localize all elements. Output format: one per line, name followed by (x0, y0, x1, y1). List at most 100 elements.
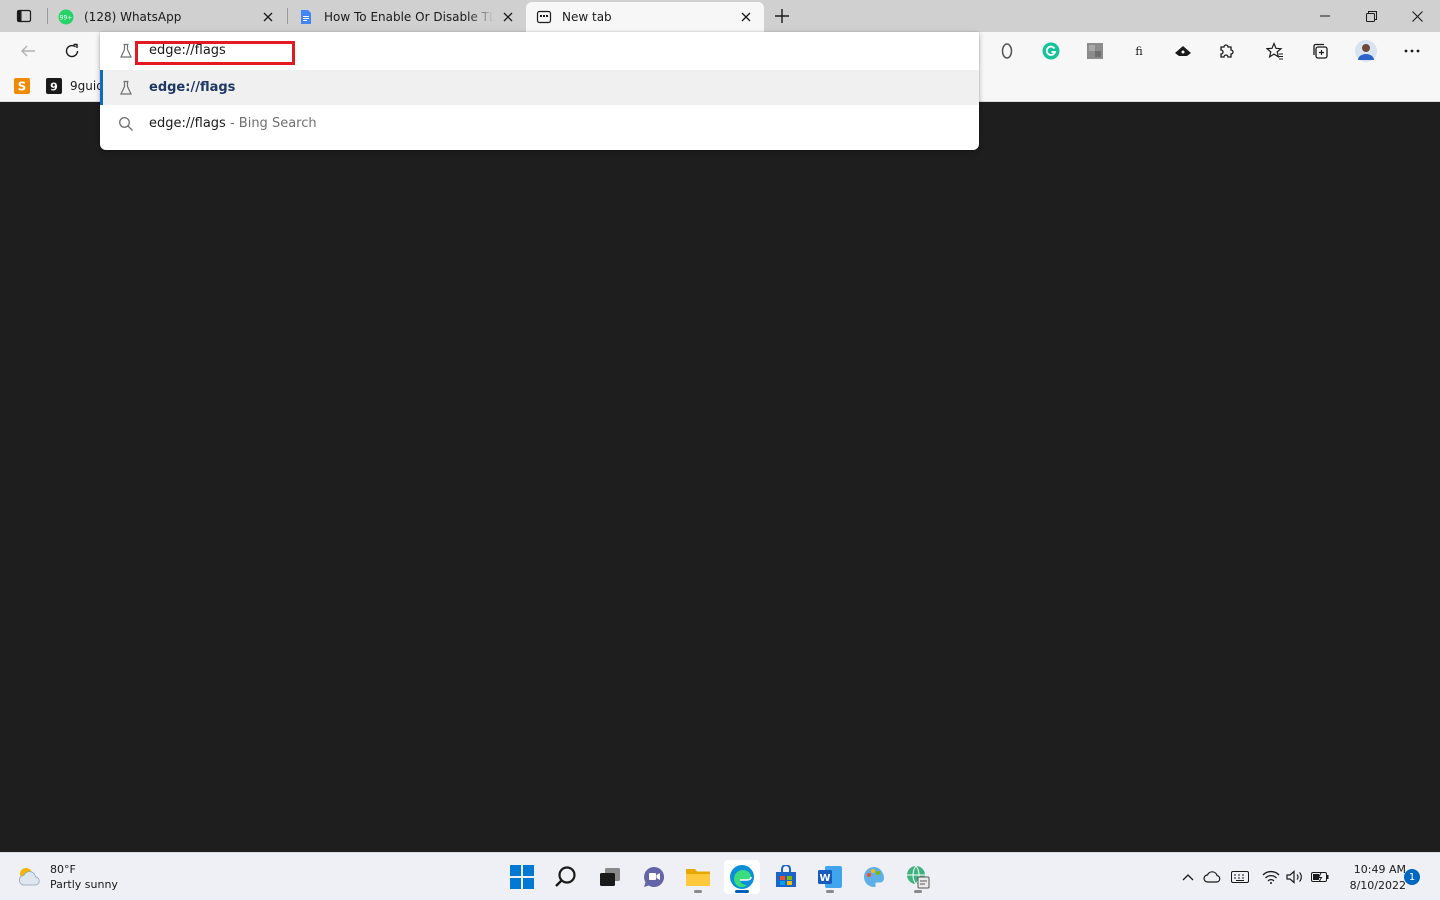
word-icon: W (818, 866, 842, 888)
close-icon (263, 12, 273, 22)
paint-palette-icon (864, 867, 884, 887)
keyboard-button[interactable] (1231, 869, 1249, 885)
tab-tls-article[interactable]: How To Enable Or Disable TLS Settings (288, 2, 526, 32)
teams-chat-button[interactable] (636, 860, 672, 894)
windows-logo-icon (510, 865, 534, 889)
show-hidden-icons-button[interactable] (1179, 869, 1197, 885)
windows-taskbar: 80°F Partly sunny W 10:49 AM 8/10/2022 1 (0, 852, 1440, 900)
new-tab-button[interactable] (770, 4, 794, 28)
favorites-button[interactable] (1260, 37, 1290, 65)
taskbar-search-button[interactable] (548, 860, 584, 894)
clock-time: 10:49 AM (1353, 863, 1406, 876)
keyboard-icon (1231, 871, 1249, 883)
suggestion-source: - Bing Search (225, 116, 317, 131)
favorite-item[interactable]: S (14, 77, 30, 95)
settings-more-button[interactable] (1397, 37, 1427, 65)
start-button[interactable] (504, 860, 540, 894)
favorite-item[interactable]: 9 9guid (46, 77, 104, 95)
new-tab-page-icon (536, 9, 552, 25)
file-explorer-button[interactable] (680, 860, 716, 894)
collections-icon (1313, 43, 1328, 59)
back-button[interactable] (13, 37, 43, 65)
edge-taskbar-button[interactable] (724, 860, 760, 894)
svg-text:S: S (18, 80, 27, 94)
task-view-button[interactable] (592, 860, 628, 894)
onedrive-button[interactable] (1203, 869, 1221, 885)
google-docs-icon (298, 9, 314, 25)
battery-button[interactable] (1311, 869, 1329, 885)
running-indicator (914, 890, 922, 893)
battery-charging-icon (1311, 872, 1329, 882)
hat-extension-button[interactable] (1168, 37, 1198, 65)
edge-icon (730, 865, 754, 889)
notification-badge[interactable]: 1 (1404, 869, 1420, 885)
highlight-annotation (135, 41, 295, 65)
system-clock[interactable]: 10:49 AM 8/10/2022 (1336, 862, 1406, 894)
suggestion-url[interactable]: edge://flags (100, 70, 979, 105)
close-window-button[interactable] (1394, 0, 1440, 32)
extensions-button[interactable] (1212, 37, 1242, 65)
folder-icon (686, 869, 710, 886)
refresh-button[interactable] (57, 37, 87, 65)
nine-icon: 9 (46, 78, 62, 94)
address-bar[interactable]: edge://flags (100, 32, 979, 70)
fi-icon: fi (1135, 45, 1143, 58)
plus-icon (775, 9, 789, 23)
suggestion-text: edge://flags (149, 80, 236, 95)
paint-button[interactable] (856, 860, 892, 894)
task-view-icon (600, 868, 620, 886)
search-icon (118, 116, 134, 132)
tab-title: New tab (562, 10, 612, 24)
search-icon (555, 866, 576, 887)
cloud-icon (1203, 871, 1221, 883)
weather-temperature: 80°F (50, 863, 76, 876)
microsoft-store-button[interactable] (768, 860, 804, 894)
restore-button[interactable] (1348, 0, 1394, 32)
weather-widget[interactable]: 80°F Partly sunny (16, 861, 118, 893)
tab-title: How To Enable Or Disable TLS Settings (324, 10, 494, 24)
tricorn-hat-icon (1175, 46, 1191, 56)
chevron-up-icon (1182, 874, 1194, 881)
whatsapp-unread-badge: 99+ (60, 15, 73, 22)
svg-text:fi: fi (1135, 45, 1143, 58)
tab-actions-button[interactable] (6, 4, 42, 28)
suggestion-bing-search[interactable]: edge://flags - Bing Search (100, 106, 979, 141)
network-tool-button[interactable] (900, 860, 936, 894)
svg-text:9: 9 (50, 81, 58, 94)
word-button[interactable]: W (812, 860, 848, 894)
tab-title: (128) WhatsApp (84, 10, 182, 24)
tab-close-button[interactable] (260, 9, 276, 25)
tab-whatsapp[interactable]: 99+ (128) WhatsApp (48, 2, 286, 32)
flask-icon (120, 43, 132, 58)
volume-button[interactable] (1286, 869, 1304, 885)
address-bar-dropdown: edge://flags edge://flags edge://flags -… (100, 32, 979, 150)
orange-s-icon: S (14, 78, 30, 94)
tab-actions-icon (16, 9, 32, 23)
image-extension-button[interactable] (1080, 37, 1110, 65)
clock-date: 8/10/2022 (1349, 879, 1406, 892)
active-indicator (735, 890, 749, 893)
suggestion-query: edge://flags (149, 116, 226, 131)
profile-button[interactable] (1351, 37, 1381, 65)
zero-extension-button[interactable] (992, 37, 1022, 65)
wifi-button[interactable] (1262, 869, 1280, 885)
puzzle-extensions-icon (1220, 44, 1234, 58)
grammarly-icon (1042, 42, 1060, 60)
wifi-icon (1262, 870, 1280, 884)
tab-close-button[interactable] (738, 9, 754, 25)
store-icon (776, 865, 796, 887)
chat-icon (644, 866, 665, 887)
close-icon (503, 12, 513, 22)
tab-close-button[interactable] (500, 9, 516, 25)
favorites-icon (1266, 42, 1283, 60)
globe-tool-icon (907, 865, 930, 889)
grammarly-extension-button[interactable] (1036, 37, 1066, 65)
whatsapp-icon: 99+ (58, 9, 74, 25)
collections-button[interactable] (1305, 37, 1335, 65)
more-menu-icon (1404, 49, 1420, 53)
fi-extension-button[interactable]: fi (1124, 37, 1154, 65)
tab-new-tab[interactable]: New tab (526, 2, 764, 32)
close-icon (1411, 10, 1423, 22)
minimize-button[interactable] (1302, 0, 1348, 32)
restore-icon (1365, 10, 1377, 22)
